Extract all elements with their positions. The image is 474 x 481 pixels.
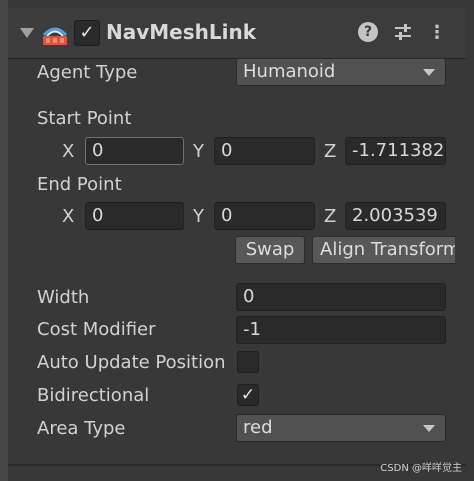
navmeshlink-icon <box>42 27 68 45</box>
start-y-label[interactable]: Y <box>193 140 204 164</box>
start-y-field[interactable]: 0 <box>214 137 315 165</box>
component-header[interactable]: ✓ NavMeshLink ? ⋮ <box>8 8 466 59</box>
align-transform-button[interactable]: Align Transform <box>312 236 455 264</box>
end-x-field[interactable]: 0 <box>85 202 184 230</box>
agent-type-value: Humanoid <box>243 61 336 82</box>
inspector-left-gutter <box>0 0 8 481</box>
start-z-label[interactable]: Z <box>324 140 336 164</box>
more-vertical-icon[interactable]: ⋮ <box>426 22 448 44</box>
start-x-field[interactable]: 0 <box>85 137 184 165</box>
preset-sliders-icon[interactable] <box>392 22 414 44</box>
chevron-down-icon <box>423 425 435 432</box>
auto-update-position-checkbox[interactable] <box>237 351 259 373</box>
end-z-field[interactable]: 2.003539 <box>345 202 446 230</box>
width-field[interactable]: 0 <box>236 283 446 311</box>
component-title: NavMeshLink <box>106 20 257 44</box>
component-enabled-checkbox[interactable]: ✓ <box>74 20 100 46</box>
agent-type-dropdown[interactable]: Humanoid <box>236 58 446 86</box>
chevron-down-icon <box>423 69 435 76</box>
start-point-label: Start Point <box>37 108 132 129</box>
foldout-arrow-icon[interactable] <box>20 28 34 38</box>
end-y-label[interactable]: Y <box>193 205 204 229</box>
end-z-label[interactable]: Z <box>324 205 336 229</box>
auto-update-position-label: Auto Update Position <box>37 352 226 373</box>
watermark-text: CSDN @咩咩觉主 <box>380 463 462 474</box>
bidirectional-label: Bidirectional <box>37 385 150 406</box>
width-label: Width <box>37 287 90 308</box>
start-x-label[interactable]: X <box>62 140 74 164</box>
swap-button[interactable]: Swap <box>235 236 305 264</box>
agent-type-label: Agent Type <box>37 62 138 83</box>
end-point-label: End Point <box>37 174 122 195</box>
area-type-value: red <box>243 417 273 438</box>
cost-modifier-field[interactable]: -1 <box>236 316 446 344</box>
end-y-field[interactable]: 0 <box>214 202 315 230</box>
help-icon[interactable]: ? <box>358 22 380 44</box>
cost-modifier-label: Cost Modifier <box>37 319 156 340</box>
area-type-dropdown[interactable]: red <box>236 414 446 442</box>
inspector-panel: ✓ NavMeshLink ? ⋮ Agent Type Humanoid St… <box>0 0 474 481</box>
area-type-label: Area Type <box>37 418 126 439</box>
start-z-field[interactable]: -1.711382 <box>345 137 446 165</box>
bidirectional-checkbox[interactable]: ✓ <box>237 384 259 406</box>
end-x-label[interactable]: X <box>62 205 74 229</box>
